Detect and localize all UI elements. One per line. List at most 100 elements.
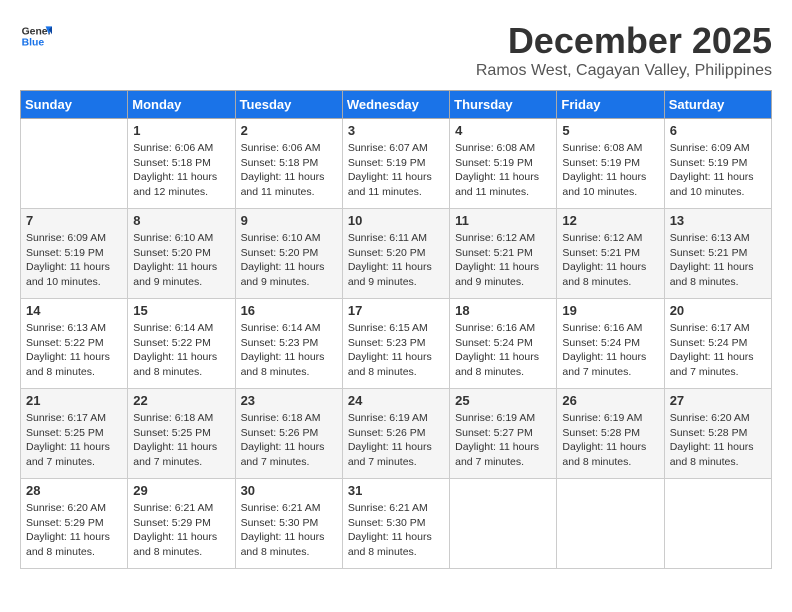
- page-header: General Blue December 2025 Ramos West, C…: [20, 20, 772, 80]
- calendar-cell: 25 Sunrise: 6:19 AM Sunset: 5:27 PM Dayli…: [450, 389, 557, 479]
- calendar-cell: 23 Sunrise: 6:18 AM Sunset: 5:26 PM Dayli…: [235, 389, 342, 479]
- header-sunday: Sunday: [21, 91, 128, 119]
- logo: General Blue: [20, 20, 52, 52]
- calendar-cell: [450, 479, 557, 569]
- calendar-cell: [557, 479, 664, 569]
- calendar-cell: 19Sunrise: 6:16 AM Sunset: 5:24 PM Dayli…: [557, 299, 664, 389]
- day-info: Sunrise: 6:16 AM Sunset: 5:24 PM Dayligh…: [562, 321, 658, 380]
- day-info: Sunrise: 6:14 AM Sunset: 5:23 PM Dayligh…: [241, 321, 337, 380]
- day-info: Sunrise: 6:19 AM Sunset: 5:28 PM Dayligh…: [562, 411, 658, 470]
- week-row-3: 14Sunrise: 6:13 AM Sunset: 5:22 PM Dayli…: [21, 299, 772, 389]
- day-info: Sunrise: 6:20 AM Sunset: 5:29 PM Dayligh…: [26, 501, 122, 560]
- day-number: 25: [455, 393, 551, 408]
- calendar-cell: 5Sunrise: 6:08 AM Sunset: 5:19 PM Daylig…: [557, 119, 664, 209]
- day-info: Sunrise: 6:10 AM Sunset: 5:20 PM Dayligh…: [133, 231, 229, 290]
- day-number: 2: [241, 123, 337, 138]
- calendar-cell: [21, 119, 128, 209]
- day-info: Sunrise: 6:11 AM Sunset: 5:20 PM Dayligh…: [348, 231, 444, 290]
- day-info: Sunrise: 6:09 AM Sunset: 5:19 PM Dayligh…: [26, 231, 122, 290]
- calendar-cell: 10 Sunrise: 6:11 AM Sunset: 5:20 PM Dayli…: [342, 209, 449, 299]
- day-info: Sunrise: 6:16 AM Sunset: 5:24 PM Dayligh…: [455, 321, 551, 380]
- day-number: 28: [26, 483, 122, 498]
- day-info: Sunrise: 6:14 AM Sunset: 5:22 PM Dayligh…: [133, 321, 229, 380]
- day-number: 31: [348, 483, 444, 498]
- calendar-cell: 13 Sunrise: 6:13 AM Sunset: 5:21 PM Dayli…: [664, 209, 771, 299]
- calendar-cell: 28 Sunrise: 6:20 AM Sunset: 5:29 PM Dayli…: [21, 479, 128, 569]
- calendar-cell: 6Sunrise: 6:09 AM Sunset: 5:19 PM Daylig…: [664, 119, 771, 209]
- calendar-cell: 12Sunrise: 6:12 AM Sunset: 5:21 PM Dayli…: [557, 209, 664, 299]
- week-row-4: 21 Sunrise: 6:17 AM Sunset: 5:25 PM Dayli…: [21, 389, 772, 479]
- calendar-cell: 8 Sunrise: 6:10 AM Sunset: 5:20 PM Daylig…: [128, 209, 235, 299]
- month-title: December 2025: [476, 20, 772, 62]
- svg-text:Blue: Blue: [22, 38, 45, 49]
- calendar-cell: 16 Sunrise: 6:14 AM Sunset: 5:23 PM Dayli…: [235, 299, 342, 389]
- calendar-cell: 3Sunrise: 6:07 AM Sunset: 5:19 PM Daylig…: [342, 119, 449, 209]
- day-number: 29: [133, 483, 229, 498]
- calendar-cell: [664, 479, 771, 569]
- calendar-cell: 7 Sunrise: 6:09 AM Sunset: 5:19 PM Daylig…: [21, 209, 128, 299]
- calendar-cell: 21 Sunrise: 6:17 AM Sunset: 5:25 PM Dayli…: [21, 389, 128, 479]
- calendar-cell: 15 Sunrise: 6:14 AM Sunset: 5:22 PM Dayli…: [128, 299, 235, 389]
- day-number: 30: [241, 483, 337, 498]
- day-info: Sunrise: 6:21 AM Sunset: 5:30 PM Dayligh…: [241, 501, 337, 560]
- day-number: 4: [455, 123, 551, 138]
- day-number: 26: [562, 393, 658, 408]
- header-saturday: Saturday: [664, 91, 771, 119]
- calendar-cell: 31Sunrise: 6:21 AM Sunset: 5:30 PM Dayli…: [342, 479, 449, 569]
- day-number: 21: [26, 393, 122, 408]
- week-row-1: 1 Sunrise: 6:06 AM Sunset: 5:18 PM Daylig…: [21, 119, 772, 209]
- calendar-cell: 1 Sunrise: 6:06 AM Sunset: 5:18 PM Daylig…: [128, 119, 235, 209]
- day-number: 10: [348, 213, 444, 228]
- header-friday: Friday: [557, 91, 664, 119]
- day-number: 17: [348, 303, 444, 318]
- day-number: 20: [670, 303, 766, 318]
- calendar-cell: 29 Sunrise: 6:21 AM Sunset: 5:29 PM Dayli…: [128, 479, 235, 569]
- week-row-2: 7 Sunrise: 6:09 AM Sunset: 5:19 PM Daylig…: [21, 209, 772, 299]
- calendar-cell: 4Sunrise: 6:08 AM Sunset: 5:19 PM Daylig…: [450, 119, 557, 209]
- day-number: 1: [133, 123, 229, 138]
- day-info: Sunrise: 6:19 AM Sunset: 5:27 PM Dayligh…: [455, 411, 551, 470]
- day-info: Sunrise: 6:06 AM Sunset: 5:18 PM Dayligh…: [133, 141, 229, 200]
- day-number: 24: [348, 393, 444, 408]
- calendar-cell: 24Sunrise: 6:19 AM Sunset: 5:26 PM Dayli…: [342, 389, 449, 479]
- day-number: 18: [455, 303, 551, 318]
- day-info: Sunrise: 6:18 AM Sunset: 5:26 PM Dayligh…: [241, 411, 337, 470]
- day-number: 6: [670, 123, 766, 138]
- day-number: 14: [26, 303, 122, 318]
- day-number: 7: [26, 213, 122, 228]
- header-monday: Monday: [128, 91, 235, 119]
- day-info: Sunrise: 6:21 AM Sunset: 5:29 PM Dayligh…: [133, 501, 229, 560]
- calendar-cell: 17 Sunrise: 6:15 AM Sunset: 5:23 PM Dayli…: [342, 299, 449, 389]
- location-title: Ramos West, Cagayan Valley, Philippines: [476, 62, 772, 80]
- header-wednesday: Wednesday: [342, 91, 449, 119]
- week-row-5: 28 Sunrise: 6:20 AM Sunset: 5:29 PM Dayli…: [21, 479, 772, 569]
- day-number: 23: [241, 393, 337, 408]
- calendar-table: SundayMondayTuesdayWednesdayThursdayFrid…: [20, 90, 772, 569]
- day-number: 8: [133, 213, 229, 228]
- day-number: 12: [562, 213, 658, 228]
- day-info: Sunrise: 6:17 AM Sunset: 5:25 PM Dayligh…: [26, 411, 122, 470]
- day-info: Sunrise: 6:13 AM Sunset: 5:21 PM Dayligh…: [670, 231, 766, 290]
- day-info: Sunrise: 6:06 AM Sunset: 5:18 PM Dayligh…: [241, 141, 337, 200]
- day-info: Sunrise: 6:15 AM Sunset: 5:23 PM Dayligh…: [348, 321, 444, 380]
- calendar-cell: 2 Sunrise: 6:06 AM Sunset: 5:18 PM Daylig…: [235, 119, 342, 209]
- day-number: 16: [241, 303, 337, 318]
- calendar-cell: 27Sunrise: 6:20 AM Sunset: 5:28 PM Dayli…: [664, 389, 771, 479]
- calendar-cell: 11 Sunrise: 6:12 AM Sunset: 5:21 PM Dayli…: [450, 209, 557, 299]
- calendar-cell: 9Sunrise: 6:10 AM Sunset: 5:20 PM Daylig…: [235, 209, 342, 299]
- day-number: 9: [241, 213, 337, 228]
- day-info: Sunrise: 6:07 AM Sunset: 5:19 PM Dayligh…: [348, 141, 444, 200]
- calendar-cell: 22Sunrise: 6:18 AM Sunset: 5:25 PM Dayli…: [128, 389, 235, 479]
- day-number: 13: [670, 213, 766, 228]
- day-info: Sunrise: 6:12 AM Sunset: 5:21 PM Dayligh…: [455, 231, 551, 290]
- day-number: 11: [455, 213, 551, 228]
- calendar-cell: 18 Sunrise: 6:16 AM Sunset: 5:24 PM Dayli…: [450, 299, 557, 389]
- calendar-cell: 14Sunrise: 6:13 AM Sunset: 5:22 PM Dayli…: [21, 299, 128, 389]
- day-number: 15: [133, 303, 229, 318]
- calendar-cell: 20 Sunrise: 6:17 AM Sunset: 5:24 PM Dayli…: [664, 299, 771, 389]
- day-info: Sunrise: 6:17 AM Sunset: 5:24 PM Dayligh…: [670, 321, 766, 380]
- title-block: December 2025 Ramos West, Cagayan Valley…: [476, 20, 772, 80]
- day-number: 22: [133, 393, 229, 408]
- header-thursday: Thursday: [450, 91, 557, 119]
- day-number: 5: [562, 123, 658, 138]
